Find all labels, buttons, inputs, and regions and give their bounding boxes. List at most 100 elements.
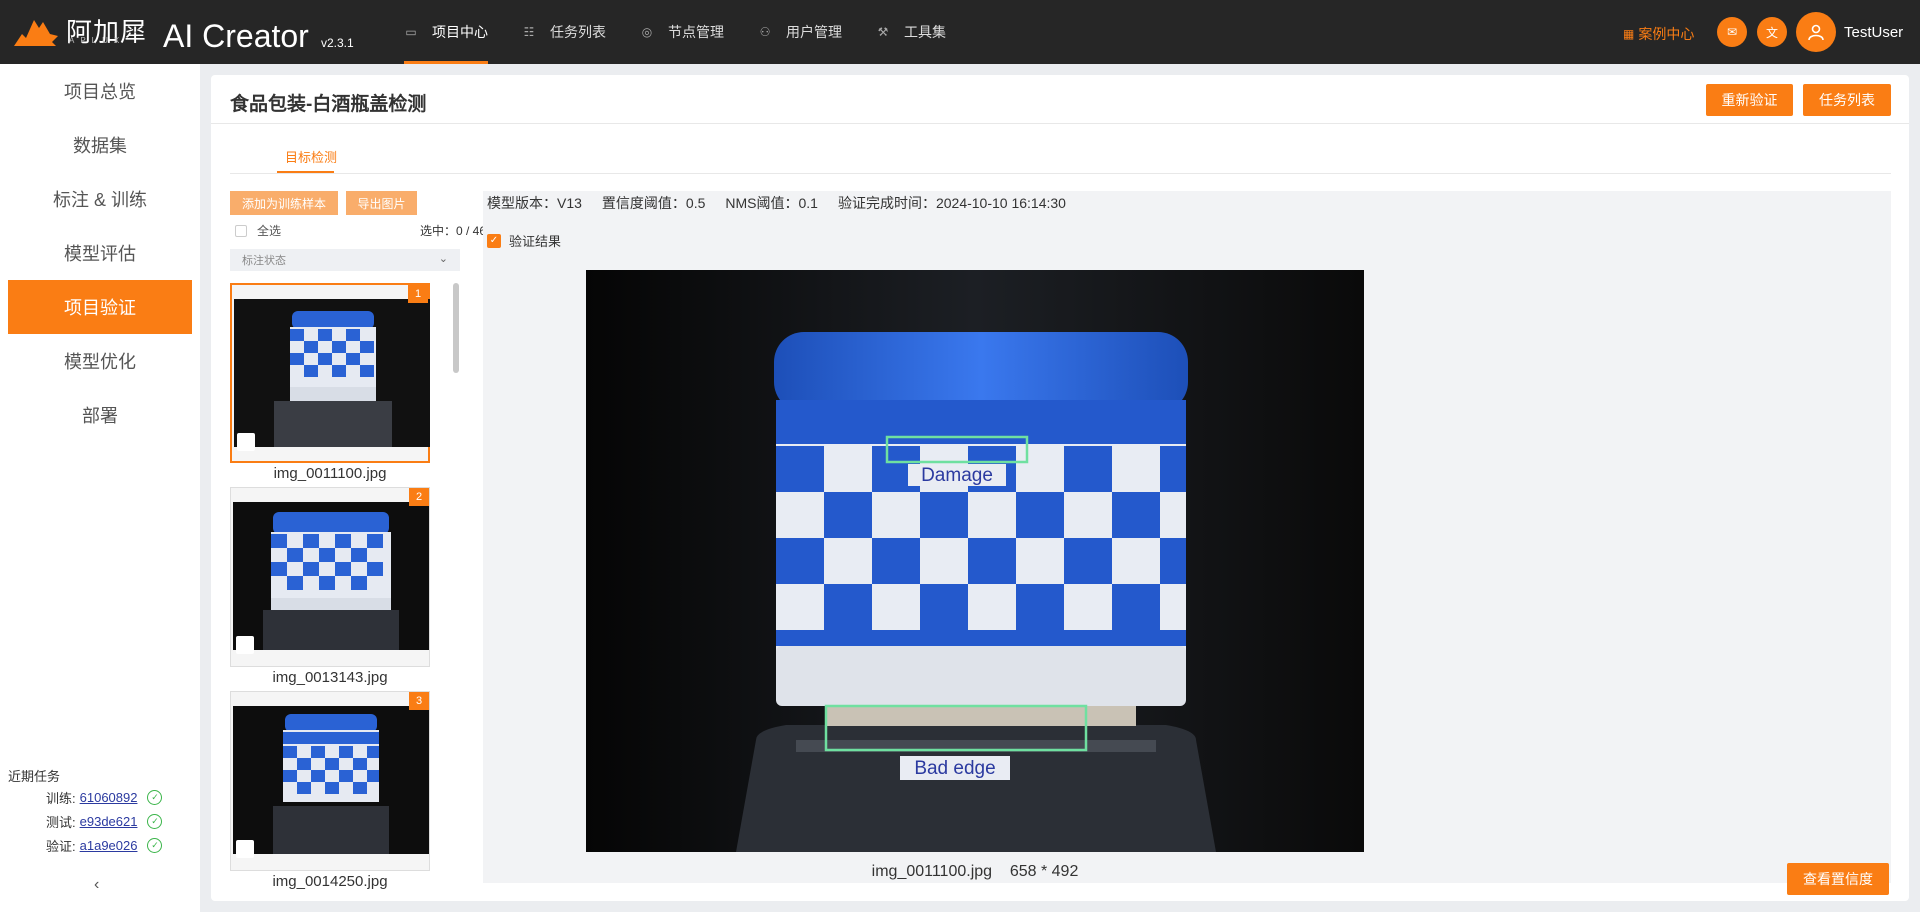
wrench-icon: ⚒ [877,25,889,39]
thumbnail-checkbox[interactable] [236,636,254,654]
nav-toolset[interactable]: ⚒ 工具集 [876,0,946,64]
thumbnail-number: 1 [408,285,428,303]
thumbnail-list[interactable]: 1 img_0011100.jpg 2 img_0013143.jpg 3 im… [230,283,435,901]
sidebar-item-project-validation[interactable]: 项目验证 [8,280,192,334]
node-icon: ◎ [641,25,653,39]
validation-meta: 模型版本：V13 置信度阈值：0.5 NMS阈值：0.1 验证完成时间：2024… [487,191,1086,215]
checkbox-checked-icon[interactable]: ✓ [487,233,501,248]
divider [211,123,1909,124]
chat-button[interactable]: ✉ [1717,17,1747,47]
thumbnail-filename: img_0014250.jpg [272,873,388,890]
thumbnail-item[interactable]: 2 img_0013143.jpg [230,487,430,686]
folder-icon: ▭ [405,25,417,39]
sidebar: 项目总览 数据集 标注 & 训练 模型评估 项目验证 模型优化 部署 近期任务 … [0,64,200,912]
thumbnail-number: 3 [409,692,429,710]
recent-task-label: 验证: [46,839,76,854]
damage-label: Damage [921,465,993,486]
verify-result-toggle[interactable]: ✓ 验证结果 [487,231,561,250]
detection-image[interactable]: Damage Bad edge [586,270,1364,852]
annotation-status-select[interactable]: 标注状态 ⌄ [230,249,460,271]
nav-label: 用户管理 [786,24,842,40]
recent-tasks-title: 近期任务 [8,769,61,784]
sidebar-item-deploy[interactable]: 部署 [8,388,192,442]
model-version: 模型版本：V13 [487,195,582,211]
aplux-logo-icon [14,20,58,46]
divider [230,173,1891,174]
grid-icon: ▦ [1623,27,1635,41]
recent-task-test: 测试: e93de621 ✓ [46,812,163,831]
thumbnail-item[interactable]: 1 img_0011100.jpg [230,283,430,482]
recent-task-label: 测试: [46,815,76,830]
sidebar-item-dataset[interactable]: 数据集 [8,118,192,172]
users-icon: ⚇ [759,25,771,39]
nav-task-list[interactable]: ☷ 任务列表 [522,0,606,64]
nav-label: 项目中心 [432,24,488,40]
recent-task-link[interactable]: e93de621 [80,814,138,829]
thumbnail-image [233,706,429,854]
case-center-link[interactable]: ▦ 案例中心 [1623,24,1694,44]
nav-user-management[interactable]: ⚇ 用户管理 [758,0,842,64]
thumbnail-frame: 2 [230,487,430,667]
select-all-checkbox[interactable] [235,224,247,237]
thumbnail-image [234,299,430,447]
collapse-sidebar-icon[interactable]: ‹ [94,876,99,894]
add-training-sample-button[interactable]: 添加为训练样本 [230,191,338,215]
app-version: v2.3.1 [321,36,354,50]
sidebar-item-model-optimize[interactable]: 模型优化 [8,334,192,388]
thumbnail-checkbox[interactable] [237,433,255,451]
view-confidence-button[interactable]: 查看置信度 [1787,863,1889,895]
sidebar-item-overview[interactable]: 项目总览 [8,64,192,118]
nav-node-management[interactable]: ◎ 节点管理 [640,0,724,64]
thumbnail-item[interactable]: 3 img_0014250.jpg [230,691,430,890]
user-icon [1808,24,1824,41]
revalidate-button[interactable]: 重新验证 [1706,84,1793,116]
thumbnail-checkbox[interactable] [236,840,254,858]
recent-task-link[interactable]: 61060892 [80,790,138,805]
nav-label: 工具集 [904,24,946,40]
tab-object-detection[interactable]: 目标检测 [285,147,337,166]
thumbnail-scrollbar[interactable] [453,283,459,373]
case-center-label: 案例中心 [1638,26,1695,42]
recent-task-train: 训练: 61060892 ✓ [46,788,163,807]
chevron-down-icon: ⌄ [438,253,448,265]
logo-subtext: APLUX [69,36,126,45]
task-list-button[interactable]: 任务列表 [1803,84,1891,116]
select-placeholder: 标注状态 [242,255,286,267]
check-circle-icon: ✓ [147,814,163,829]
thumbnail-frame: 3 [230,691,430,871]
selected-count: 选中：0 / 46 [419,224,486,238]
nav-project-center[interactable]: ▭ 项目中心 [404,0,488,64]
bad-edge-label: Bad edge [914,758,995,779]
nms-threshold: NMS阈值：0.1 [725,195,818,211]
top-bar: 阿加犀 APLUX AI Creator v2.3.1 ▭ 项目中心 ☷ 任务列… [0,0,1920,64]
username[interactable]: TestUser [1844,24,1903,41]
thumbnail-filename: img_0011100.jpg [273,465,387,482]
image-caption: img_0011100.jpg 658 * 492 [871,863,1079,880]
select-all[interactable]: 全选 [235,222,281,239]
language-button[interactable]: 文 [1757,17,1787,47]
export-image-button[interactable]: 导出图片 [346,191,417,215]
finished-time: 验证完成时间：2024-10-10 16:14:30 [837,195,1066,211]
verify-result-label: 验证结果 [509,234,562,249]
translate-icon: 文 [1765,25,1778,40]
check-circle-icon: ✓ [147,838,163,853]
check-circle-icon: ✓ [147,790,163,805]
page-title: 食品包装-白酒瓶盖检测 [230,94,427,115]
main-nav: ▭ 项目中心 ☷ 任务列表 ◎ 节点管理 ⚇ 用户管理 ⚒ 工具集 [404,0,980,64]
recent-task-link[interactable]: a1a9e026 [80,838,138,853]
logo[interactable]: 阿加犀 [12,12,147,52]
thumbnail-number: 2 [409,488,429,506]
avatar[interactable] [1796,12,1836,52]
thumbnail-filename: img_0013143.jpg [272,669,388,686]
select-all-label: 全选 [257,224,282,238]
thumbnail-frame: 1 [230,283,430,463]
recent-task-label: 训练: [46,791,76,806]
list-icon: ☷ [523,25,535,39]
chat-icon: ✉ [1726,25,1738,39]
recent-task-validate: 验证: a1a9e026 ✓ [46,836,163,855]
app-title: AI Creator [163,18,309,54]
confidence-threshold: 置信度阈值：0.5 [601,195,706,211]
nav-label: 节点管理 [668,24,724,40]
sidebar-item-annotate-train[interactable]: 标注 & 训练 [8,172,192,226]
sidebar-item-model-eval[interactable]: 模型评估 [8,226,192,280]
